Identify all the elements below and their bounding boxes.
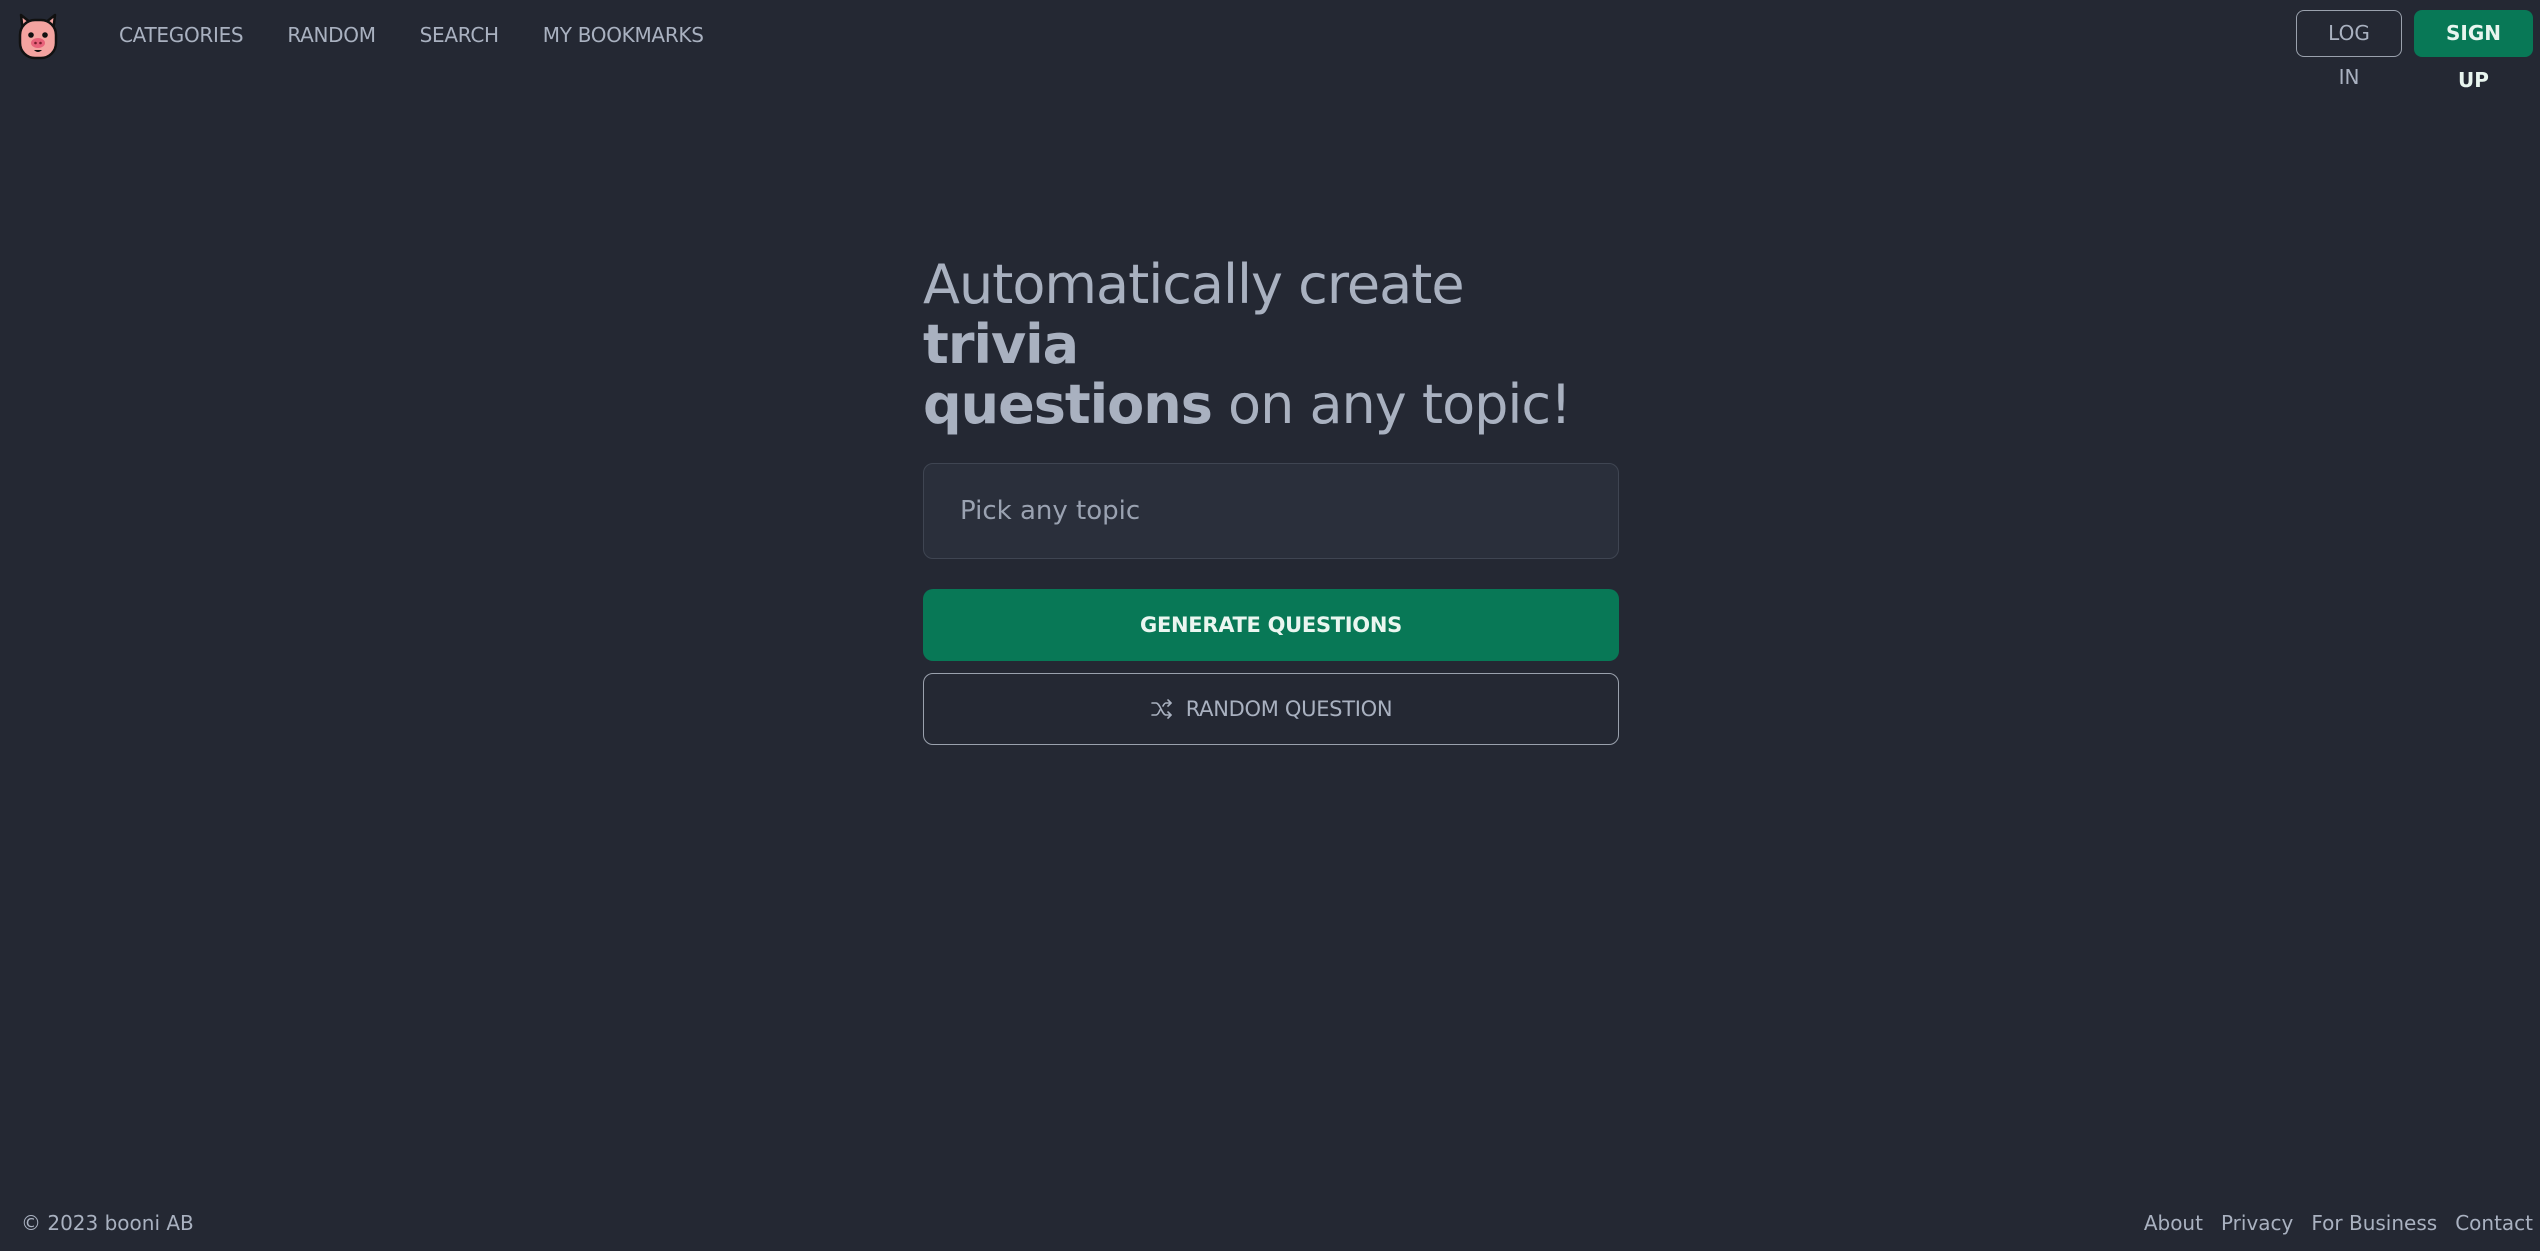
navbar: CATEGORIES RANDOM SEARCH MY BOOKMARKS LO… xyxy=(0,0,2540,92)
headline-bold-questions: questions xyxy=(923,373,1213,436)
footer-link-for-business[interactable]: For Business xyxy=(2311,1211,2437,1235)
copyright: © 2023 booni AB xyxy=(21,1211,194,1235)
hero: Automatically create trivia questions on … xyxy=(923,255,1619,435)
nav-categories[interactable]: CATEGORIES xyxy=(119,21,244,49)
signup-button[interactable]: SIGN UP xyxy=(2414,10,2533,92)
main-nav: CATEGORIES RANDOM SEARCH MY BOOKMARKS xyxy=(119,21,704,49)
nav-my-bookmarks[interactable]: MY BOOKMARKS xyxy=(543,21,704,49)
topic-input[interactable] xyxy=(923,463,1619,559)
footer-link-about[interactable]: About xyxy=(2144,1211,2203,1235)
page-headline: Automatically create trivia questions on … xyxy=(923,255,1619,435)
nav-random[interactable]: RANDOM xyxy=(287,21,376,49)
headline-bold-trivia: trivia xyxy=(923,313,1079,376)
shuffle-icon xyxy=(1150,698,1174,720)
generate-questions-button[interactable]: GENERATE QUESTIONS xyxy=(923,589,1619,661)
pig-logo-icon[interactable] xyxy=(13,11,63,61)
footer-links: About Privacy For Business Contact xyxy=(2144,1211,2533,1235)
random-question-button[interactable]: RANDOM QUESTION xyxy=(923,673,1619,745)
auth-buttons: LOG IN SIGN UP xyxy=(2296,10,2533,92)
footer-link-contact[interactable]: Contact xyxy=(2455,1211,2533,1235)
login-button[interactable]: LOG IN xyxy=(2296,10,2402,89)
headline-text-2: on any topic! xyxy=(1211,373,1572,436)
nav-search[interactable]: SEARCH xyxy=(420,21,499,49)
random-question-label: RANDOM QUESTION xyxy=(1185,697,1393,721)
headline-text-1: Automatically create xyxy=(923,253,1465,316)
footer-link-privacy[interactable]: Privacy xyxy=(2221,1211,2293,1235)
